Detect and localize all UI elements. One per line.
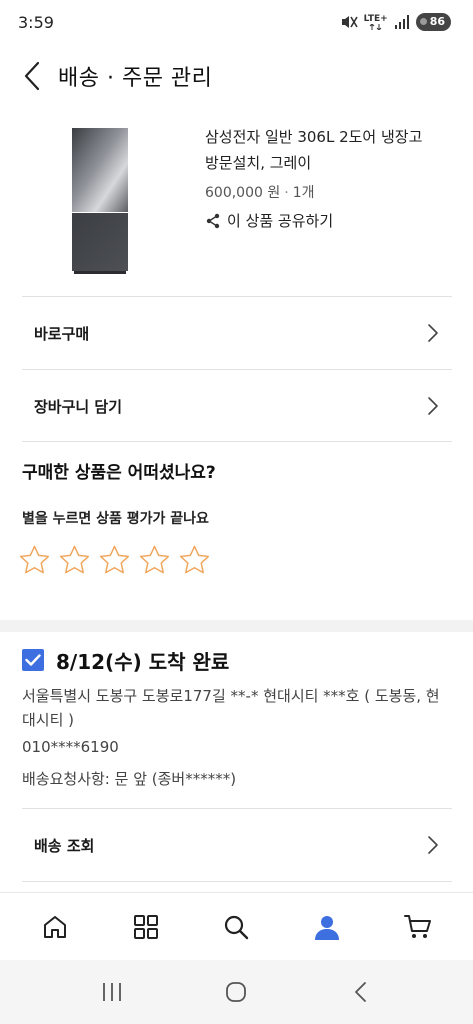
status-time: 3:59	[18, 13, 54, 32]
grid-icon	[133, 914, 158, 939]
review-title: 구매한 상품은 어떠셨나요?	[22, 463, 216, 483]
buy-now-label: 바로구매	[34, 325, 90, 343]
delivery-checkbox[interactable]	[22, 649, 44, 671]
delivery-request: 배송요청사항: 문 앞 (종버******)	[22, 770, 237, 788]
bottom-nav	[0, 892, 473, 960]
cart-icon	[403, 914, 431, 938]
chevron-right-icon	[428, 324, 438, 342]
back-icon	[354, 982, 366, 1002]
buy-now-row[interactable]: 바로구매	[0, 297, 473, 369]
delivery-phone: 010****6190	[22, 738, 119, 756]
back-button[interactable]	[14, 56, 50, 96]
star-icon[interactable]	[98, 544, 131, 577]
status-bar: 3:59 LTE+ 86	[0, 0, 473, 48]
system-home-button[interactable]	[212, 968, 260, 1016]
nav-search[interactable]	[212, 903, 260, 951]
add-to-cart-label: 장바구니 담기	[34, 398, 123, 416]
product-name[interactable]: 삼성전자 일반 306L 2도어 냉장고 방문설치, 그레이	[205, 124, 455, 176]
share-label: 이 상품 공유하기	[227, 212, 334, 230]
track-delivery-row[interactable]: 배송 조회	[0, 809, 473, 881]
section-separator	[0, 620, 473, 632]
home-circle-icon	[226, 982, 247, 1002]
home-icon	[44, 915, 67, 938]
mute-icon	[341, 16, 358, 28]
product-quantity: 1개	[292, 185, 315, 201]
review-subtitle: 별을 누르면 상품 평가가 끝나요	[22, 511, 209, 527]
delivery-address: 서울특별시 도봉구 도봉로177길 **-* 현대시티 ***호 ( 도봉동, …	[22, 687, 440, 729]
chevron-right-icon	[428, 397, 438, 415]
star-icon[interactable]	[18, 544, 51, 577]
product-image[interactable]	[64, 126, 136, 276]
product-info: 삼성전자 일반 306L 2도어 냉장고 방문설치, 그레이 600,000 원…	[205, 124, 455, 231]
page-title: 배송 · 주문 관리	[58, 66, 213, 91]
separator-dot: ·	[284, 185, 289, 201]
nav-categories[interactable]	[122, 903, 170, 951]
nav-my-page[interactable]	[303, 903, 351, 951]
network-indicator: LTE+	[363, 13, 388, 30]
star-icon[interactable]	[138, 544, 171, 577]
nav-cart[interactable]	[394, 903, 442, 951]
check-icon	[25, 654, 41, 666]
star-icon[interactable]	[178, 544, 211, 577]
profile-icon	[315, 915, 340, 940]
page-header: 배송 · 주문 관리	[0, 48, 473, 104]
delivery-status: 8/12(수) 도착 완료	[56, 650, 230, 674]
signal-icon	[394, 15, 409, 29]
battery-indicator: 86	[415, 13, 451, 31]
divider	[22, 441, 452, 442]
product-price: 600,000 원	[205, 185, 281, 201]
product-name-line1: 삼성전자 일반 306L 2도어 냉장고	[205, 128, 423, 146]
share-icon	[206, 213, 220, 228]
system-recents-button[interactable]	[88, 968, 136, 1016]
product-name-line2: 방문설치, 그레이	[205, 154, 312, 172]
chevron-right-icon	[428, 836, 438, 854]
chevron-left-icon	[24, 61, 40, 91]
star-rating	[18, 544, 211, 577]
data-arrows-icon	[369, 23, 381, 30]
divider	[22, 881, 452, 882]
search-icon	[225, 915, 249, 939]
nav-home[interactable]	[31, 903, 79, 951]
share-product-button[interactable]: 이 상품 공유하기	[205, 210, 455, 231]
network-type: LTE+	[363, 13, 388, 24]
product-price-row: 600,000 원 · 1개	[205, 182, 455, 202]
star-icon[interactable]	[58, 544, 91, 577]
system-back-button[interactable]	[337, 968, 385, 1016]
status-icons: LTE+ 86	[340, 13, 451, 31]
track-delivery-label: 배송 조회	[34, 837, 95, 855]
add-to-cart-row[interactable]: 장바구니 담기	[0, 370, 473, 442]
system-nav	[0, 960, 473, 1024]
recents-icon	[103, 983, 122, 1001]
product-card: 삼성전자 일반 306L 2도어 냉장고 방문설치, 그레이 600,000 원…	[0, 116, 473, 286]
